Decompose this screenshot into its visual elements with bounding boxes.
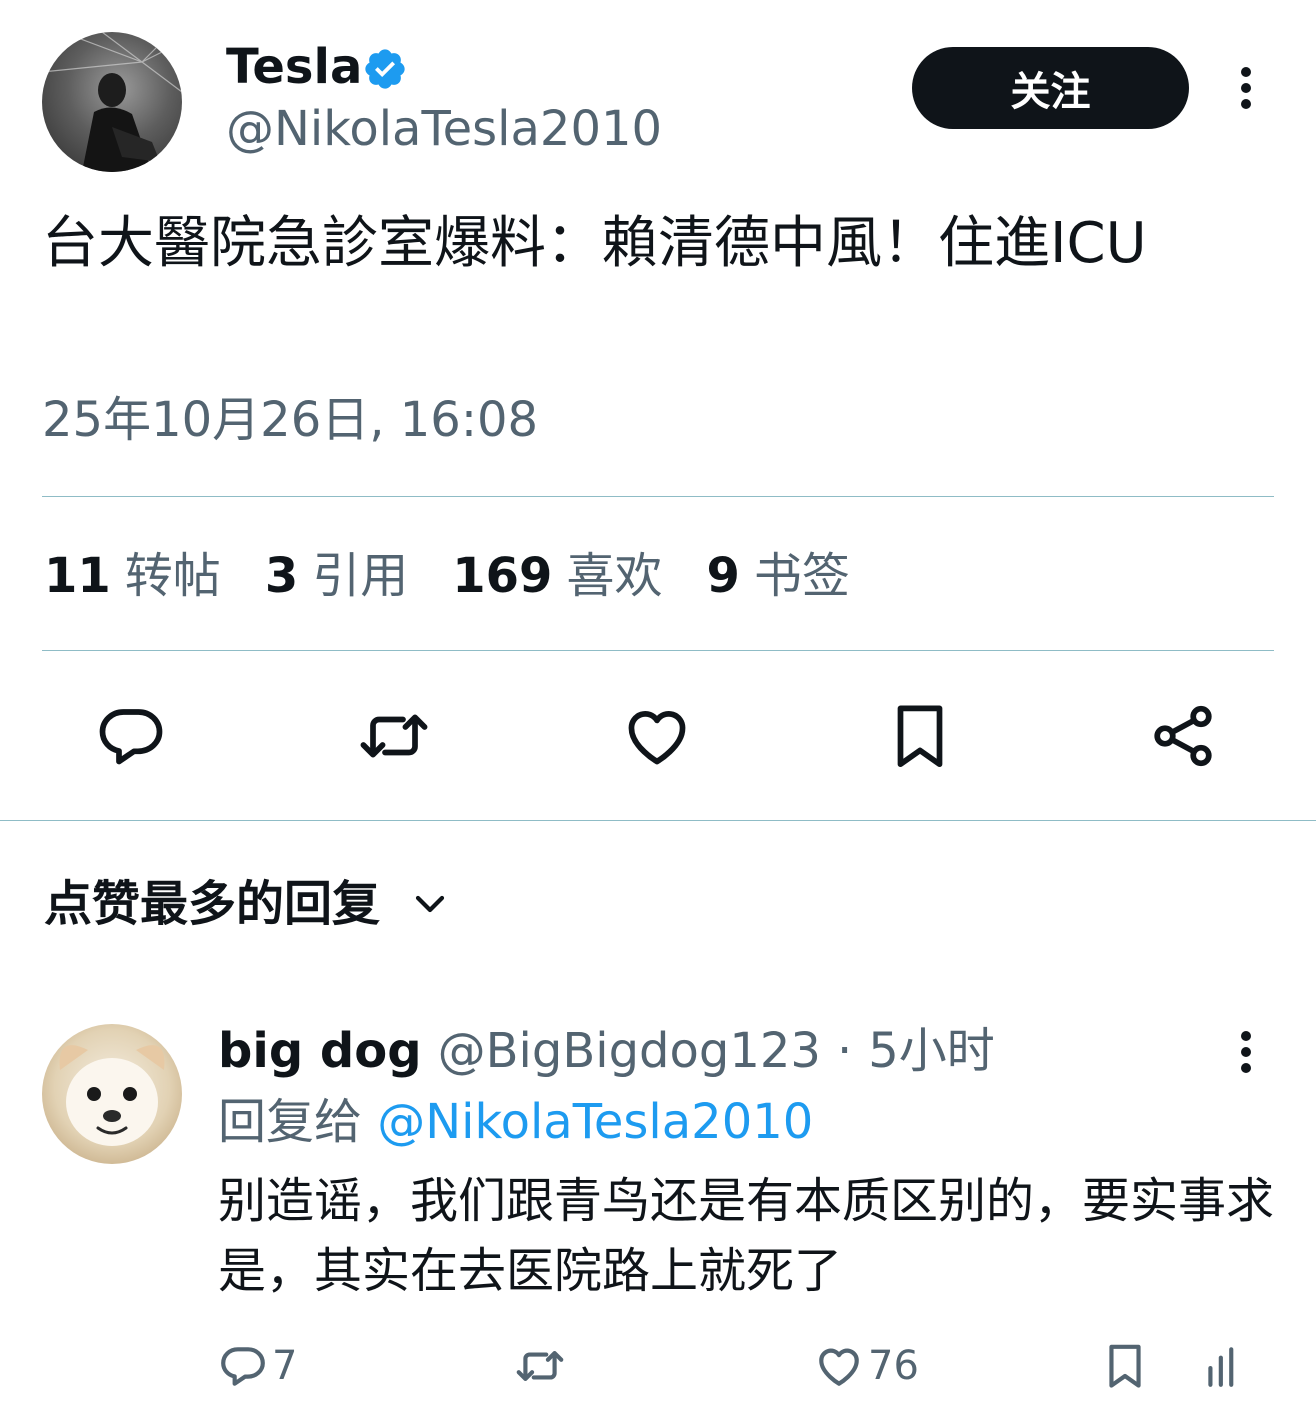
like-icon <box>819 1348 859 1386</box>
replying-to: 回复给 @NikolaTesla2010 <box>218 1090 813 1154</box>
reply-like-button[interactable]: 76 <box>814 1338 919 1394</box>
reply-like-count: 76 <box>868 1343 919 1389</box>
chevron-down-icon <box>415 895 445 913</box>
bookmark-icon <box>1109 1344 1141 1388</box>
reply-reply-count: 7 <box>272 1343 298 1389</box>
author-name[interactable]: Tesla <box>226 38 362 96</box>
reply-bookmark-button[interactable] <box>1100 1338 1150 1394</box>
reply-repost-button[interactable] <box>515 1338 565 1394</box>
tweet-stats: 11 转帖 3 引用 169 喜欢 9 书签 <box>44 544 894 608</box>
author-avatar[interactable] <box>42 32 182 172</box>
reply-more-options-icon[interactable] <box>1224 1030 1268 1074</box>
reply-text: 别造谣，我们跟青鸟还是有本质区别的，要实事求是，其实在去医院路上就死了 <box>218 1173 1275 1299</box>
tweet-timestamp[interactable]: 25年10月26日, 16:08 <box>42 388 538 452</box>
more-options-icon[interactable] <box>1224 66 1268 110</box>
author-handle[interactable]: @NikolaTesla2010 <box>226 100 662 158</box>
bookmark-icon[interactable] <box>884 700 956 772</box>
stat-likes[interactable]: 169 喜欢 <box>452 544 662 608</box>
like-icon[interactable] <box>621 700 693 772</box>
reply-separator: · <box>836 1023 853 1079</box>
reply-author-name[interactable]: big dog <box>218 1020 422 1082</box>
reply-views-button[interactable] <box>1200 1338 1250 1394</box>
stat-reposts-count: 11 <box>44 548 111 604</box>
reply-reply-button[interactable]: 7 <box>218 1338 297 1394</box>
stat-bookmarks[interactable]: 9 书签 <box>706 544 849 608</box>
follow-button[interactable]: 关注 <box>912 47 1189 129</box>
stat-reposts-label: 转帖 <box>124 548 221 604</box>
stat-likes-label: 喜欢 <box>566 548 663 604</box>
stat-likes-count: 169 <box>452 548 553 604</box>
repost-icon[interactable] <box>358 700 430 772</box>
reply-icon <box>221 1347 265 1386</box>
reply-author-avatar[interactable] <box>42 1024 182 1164</box>
reply-author-handle[interactable]: @BigBigdog123 <box>438 1020 821 1082</box>
stat-quotes[interactable]: 3 引用 <box>265 544 408 608</box>
views-icon <box>1208 1347 1234 1387</box>
divider <box>42 496 1274 497</box>
divider <box>0 820 1316 821</box>
reply-avatar-image <box>59 1045 165 1146</box>
repost-icon <box>516 1351 564 1381</box>
stat-quotes-count: 3 <box>264 548 299 604</box>
verified-badge-icon <box>365 49 405 89</box>
stat-quotes-label: 引用 <box>312 548 409 604</box>
tweet-text: 台大醫院急診室爆料：賴清德中風！住進ICU <box>42 211 1147 276</box>
stat-bookmarks-count: 9 <box>706 548 740 604</box>
reply-icon[interactable] <box>95 700 167 772</box>
reply-header: big dog @BigBigdog123 · 5小时 <box>218 1020 995 1082</box>
divider <box>42 650 1274 651</box>
replies-sort-label: 点赞最多的回复 <box>44 876 381 932</box>
replying-to-prefix: 回复给 <box>218 1094 378 1150</box>
share-icon[interactable] <box>1147 700 1219 772</box>
replying-to-mention[interactable]: @NikolaTesla2010 <box>377 1094 813 1150</box>
replies-sort-selector[interactable]: 点赞最多的回复 <box>44 872 448 936</box>
stat-reposts[interactable]: 11 转帖 <box>44 544 221 608</box>
reply-time[interactable]: 5小时 <box>868 1020 995 1082</box>
stat-bookmarks-label: 书签 <box>753 548 850 604</box>
author-avatar-image <box>42 32 182 172</box>
